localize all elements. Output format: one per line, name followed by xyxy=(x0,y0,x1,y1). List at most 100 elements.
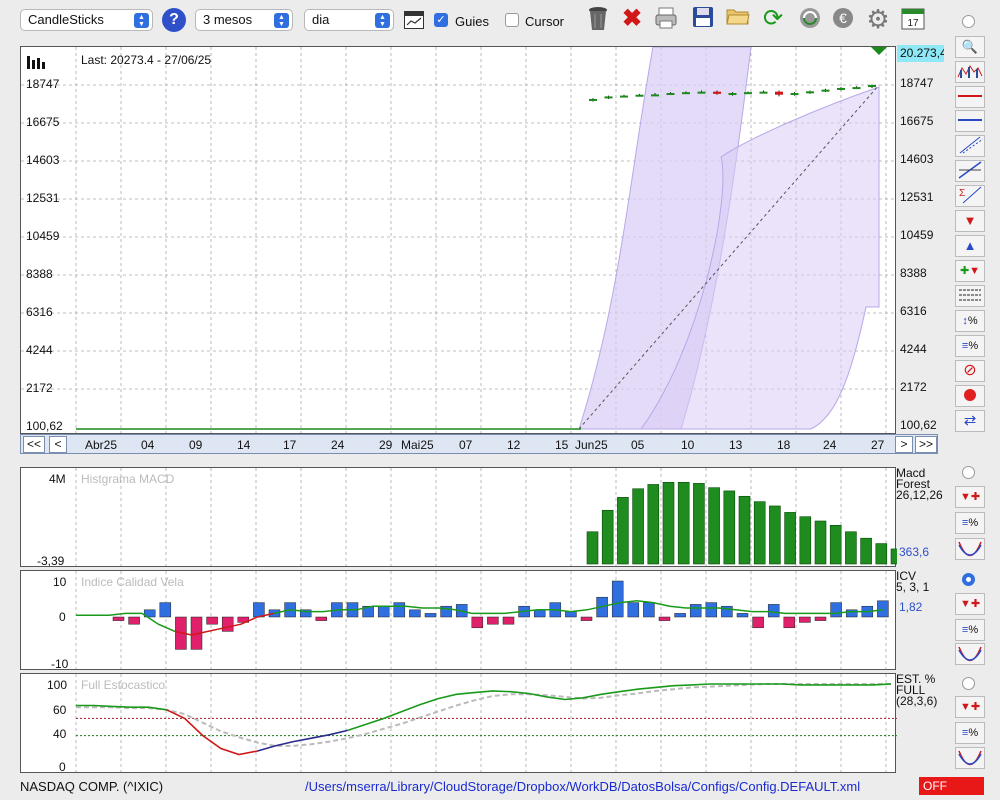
candle xyxy=(635,94,644,97)
swap-tool[interactable]: ⇄ xyxy=(955,410,985,432)
candle xyxy=(868,85,876,88)
config-path-link[interactable]: /Users/mserra/Library/CloudStorage/Dropb… xyxy=(305,779,860,794)
macd-curve-tool[interactable] xyxy=(955,538,985,560)
euro-icon[interactable]: € xyxy=(830,6,856,32)
candle xyxy=(728,93,737,96)
y-tick-label: 2172 xyxy=(26,381,53,395)
macd-move-tool[interactable]: ▼✚ xyxy=(955,486,985,508)
help-icon[interactable]: ? xyxy=(162,8,186,32)
arrow-down-tool[interactable]: ▼ xyxy=(955,210,985,232)
save-icon[interactable] xyxy=(690,6,716,32)
no-entry-tool[interactable]: ⊘ xyxy=(955,360,985,382)
guides-label: Guies xyxy=(455,14,489,29)
open-folder-icon[interactable] xyxy=(725,6,751,32)
main-chart-radio[interactable] xyxy=(962,15,975,28)
stochastic-title: Full Estocastico xyxy=(81,678,166,692)
add-remove-marks-tool[interactable]: ✚▼ xyxy=(955,260,985,282)
price-chart-panel[interactable]: Last: 20273.4 - 27/06/25 18747 16675 14603… xyxy=(20,46,897,434)
stochastic-panel[interactable]: Full Estocastico 100 60 40 0 xyxy=(20,673,897,774)
icv-bar xyxy=(627,602,640,618)
horizontal-line-red-tool[interactable] xyxy=(955,86,985,108)
cursor-checkbox[interactable] xyxy=(505,13,519,27)
macd-bar xyxy=(723,490,736,565)
sto-y-tick: 0 xyxy=(59,760,66,774)
sto-y-tick: 40 xyxy=(53,727,67,741)
icv-bar xyxy=(814,616,827,621)
macd-bar xyxy=(662,482,675,565)
sigma-line-tool[interactable]: Σ xyxy=(955,185,985,207)
indicator-overlay-tool[interactable] xyxy=(955,61,985,83)
macd-bar xyxy=(617,497,629,565)
interval-select[interactable]: dia ▲ ▼ xyxy=(304,9,394,31)
sync-icon[interactable] xyxy=(797,6,823,32)
candle xyxy=(682,92,690,95)
icv-move-tool[interactable]: ▼✚ xyxy=(955,593,985,615)
nav-last-button[interactable]: >> xyxy=(915,436,937,453)
refresh-icon[interactable]: ⟳ xyxy=(760,6,786,32)
zoom-tool[interactable]: 🔍 xyxy=(955,36,985,58)
channel-tool[interactable] xyxy=(955,135,985,157)
calendar-icon[interactable]: 17 xyxy=(900,6,926,32)
date-label: 07 xyxy=(459,438,473,452)
icv-bar xyxy=(471,616,484,629)
macd-bar xyxy=(647,484,660,565)
sto-y-tick: 100 xyxy=(47,678,68,692)
nav-prev-button[interactable]: < xyxy=(49,436,67,453)
delete-icon[interactable]: ✖ xyxy=(619,6,645,32)
price-tag: 20.273,4 xyxy=(897,45,944,62)
candle xyxy=(589,98,597,101)
icv-bar xyxy=(533,609,546,618)
arrow-up-tool[interactable]: ▲ xyxy=(955,235,985,257)
grid-lines-tool[interactable] xyxy=(955,285,985,307)
macd-radio[interactable] xyxy=(962,466,975,479)
icv-curve-tool[interactable] xyxy=(955,643,985,665)
trend-line-tool[interactable] xyxy=(955,160,985,182)
icv-bar xyxy=(580,616,593,621)
icv-radio[interactable] xyxy=(962,573,975,586)
macd-bar xyxy=(784,512,796,565)
candle xyxy=(744,92,752,95)
gear-icon[interactable]: ⚙ xyxy=(865,6,891,32)
sto-move-tool[interactable]: ▼✚ xyxy=(955,696,985,718)
y-tick-label: 100,62 xyxy=(26,419,63,433)
macd-side-labels: Macd Forest 26,12,26 xyxy=(896,467,944,501)
trash-icon[interactable] xyxy=(585,6,611,32)
chart-view-icon[interactable] xyxy=(404,11,424,29)
stochastic-radio[interactable] xyxy=(962,677,975,690)
stochastic-line xyxy=(347,683,892,732)
icv-bar xyxy=(658,616,671,621)
icv-bar xyxy=(128,616,140,625)
y-tick-label: 14603 xyxy=(26,153,60,167)
macd-percent-tool[interactable]: ≡% xyxy=(955,512,985,534)
record-tool[interactable] xyxy=(955,385,985,407)
candle xyxy=(837,87,845,90)
icv-bar xyxy=(830,602,842,618)
vertical-percent-tool[interactable]: ↕% xyxy=(955,310,985,332)
svg-text:Σ: Σ xyxy=(959,188,965,199)
macd-bar xyxy=(814,520,827,565)
sto-curve-tool[interactable] xyxy=(955,747,985,769)
nav-first-button[interactable]: << xyxy=(23,436,45,453)
candle xyxy=(759,91,768,94)
macd-panel[interactable]: Histgrama MACD 4M -3,39 xyxy=(20,467,897,568)
guides-checkbox[interactable]: ✓ xyxy=(434,13,448,27)
horizontal-percent-tool[interactable]: ≡% xyxy=(955,335,985,357)
sto-y-tick: 60 xyxy=(53,703,67,717)
y-tick-label: 8388 xyxy=(26,267,53,281)
icv-panel[interactable]: Indice Calidad Vela 10 0 -10 xyxy=(20,570,896,671)
chart-type-select[interactable]: CandleSticks ▲ ▼ xyxy=(20,9,153,31)
period-select[interactable]: 3 mesos ▲ ▼ xyxy=(195,9,293,31)
status-off-badge[interactable]: OFF xyxy=(919,777,984,795)
icv-bar xyxy=(565,611,577,618)
icv-bar xyxy=(221,616,234,632)
print-icon[interactable] xyxy=(653,6,679,32)
candle xyxy=(604,96,613,99)
nav-next-button[interactable]: > xyxy=(895,436,913,453)
icv-bar xyxy=(767,604,780,618)
date-label: 04 xyxy=(141,438,155,452)
icv-percent-tool[interactable]: ≡% xyxy=(955,619,985,641)
horizontal-line-blue-tool[interactable] xyxy=(955,110,985,132)
interval-value: dia xyxy=(312,12,330,27)
sto-percent-tool[interactable]: ≡% xyxy=(955,722,985,744)
icv-y-tick: -10 xyxy=(51,657,69,671)
